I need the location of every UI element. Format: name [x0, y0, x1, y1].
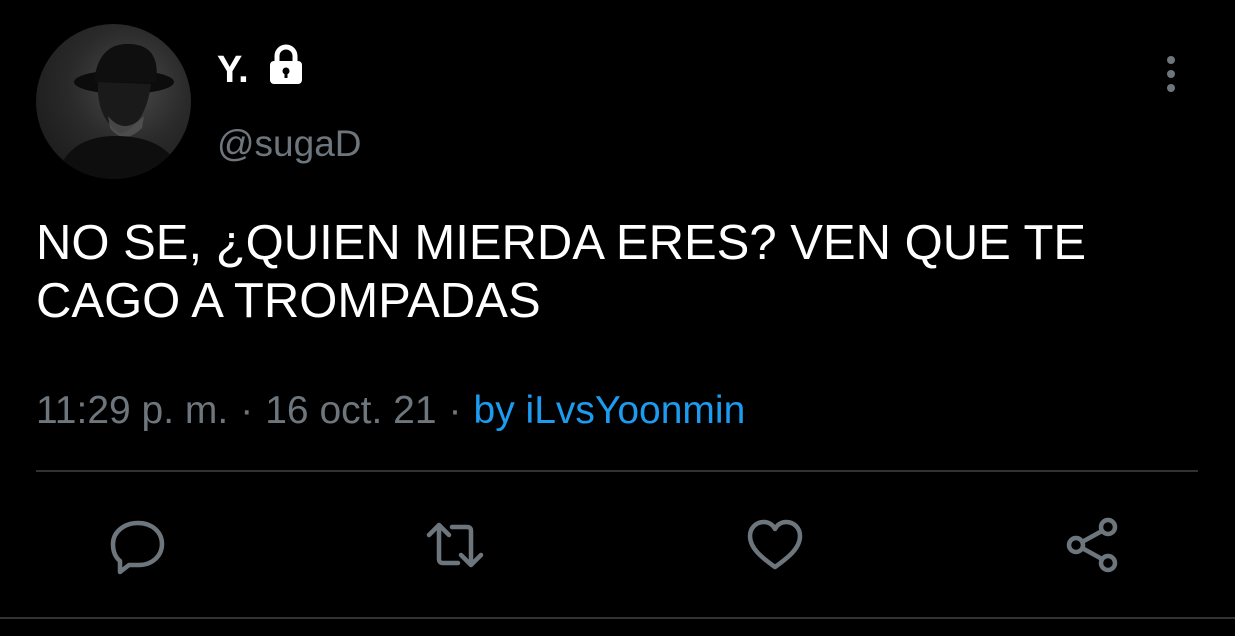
avatar-photo	[56, 43, 184, 179]
tweet-meta: 11:29 p. m. · 16 oct. 21 · by iLvsYoonmin	[36, 388, 745, 434]
retweet-icon	[426, 522, 484, 568]
share-icon	[1066, 517, 1118, 573]
share-button[interactable]	[1063, 515, 1123, 575]
bottom-divider	[0, 617, 1235, 619]
more-options-icon[interactable]	[1152, 54, 1190, 94]
heart-icon	[747, 519, 803, 570]
divider	[36, 470, 1198, 472]
tweet-date[interactable]: 16 oct. 21	[265, 389, 436, 432]
retweet-button[interactable]	[425, 515, 485, 575]
tweet-text: NO SE, ¿QUIEN MIERDA ERES? VEN QUE TE CA…	[36, 216, 1087, 328]
meta-separator: ·	[448, 389, 462, 432]
display-name[interactable]: Y.	[217, 48, 249, 92]
tweet-source-link[interactable]: by iLvsYoonmin	[474, 389, 746, 432]
like-button[interactable]	[745, 515, 805, 575]
avatar[interactable]	[36, 24, 191, 179]
reply-icon	[110, 520, 165, 575]
lock-icon	[263, 42, 309, 88]
reply-button[interactable]	[108, 515, 168, 575]
meta-separator: ·	[240, 389, 254, 432]
tweet-time[interactable]: 11:29 p. m.	[36, 389, 228, 432]
username[interactable]: @sugaD	[217, 122, 362, 166]
